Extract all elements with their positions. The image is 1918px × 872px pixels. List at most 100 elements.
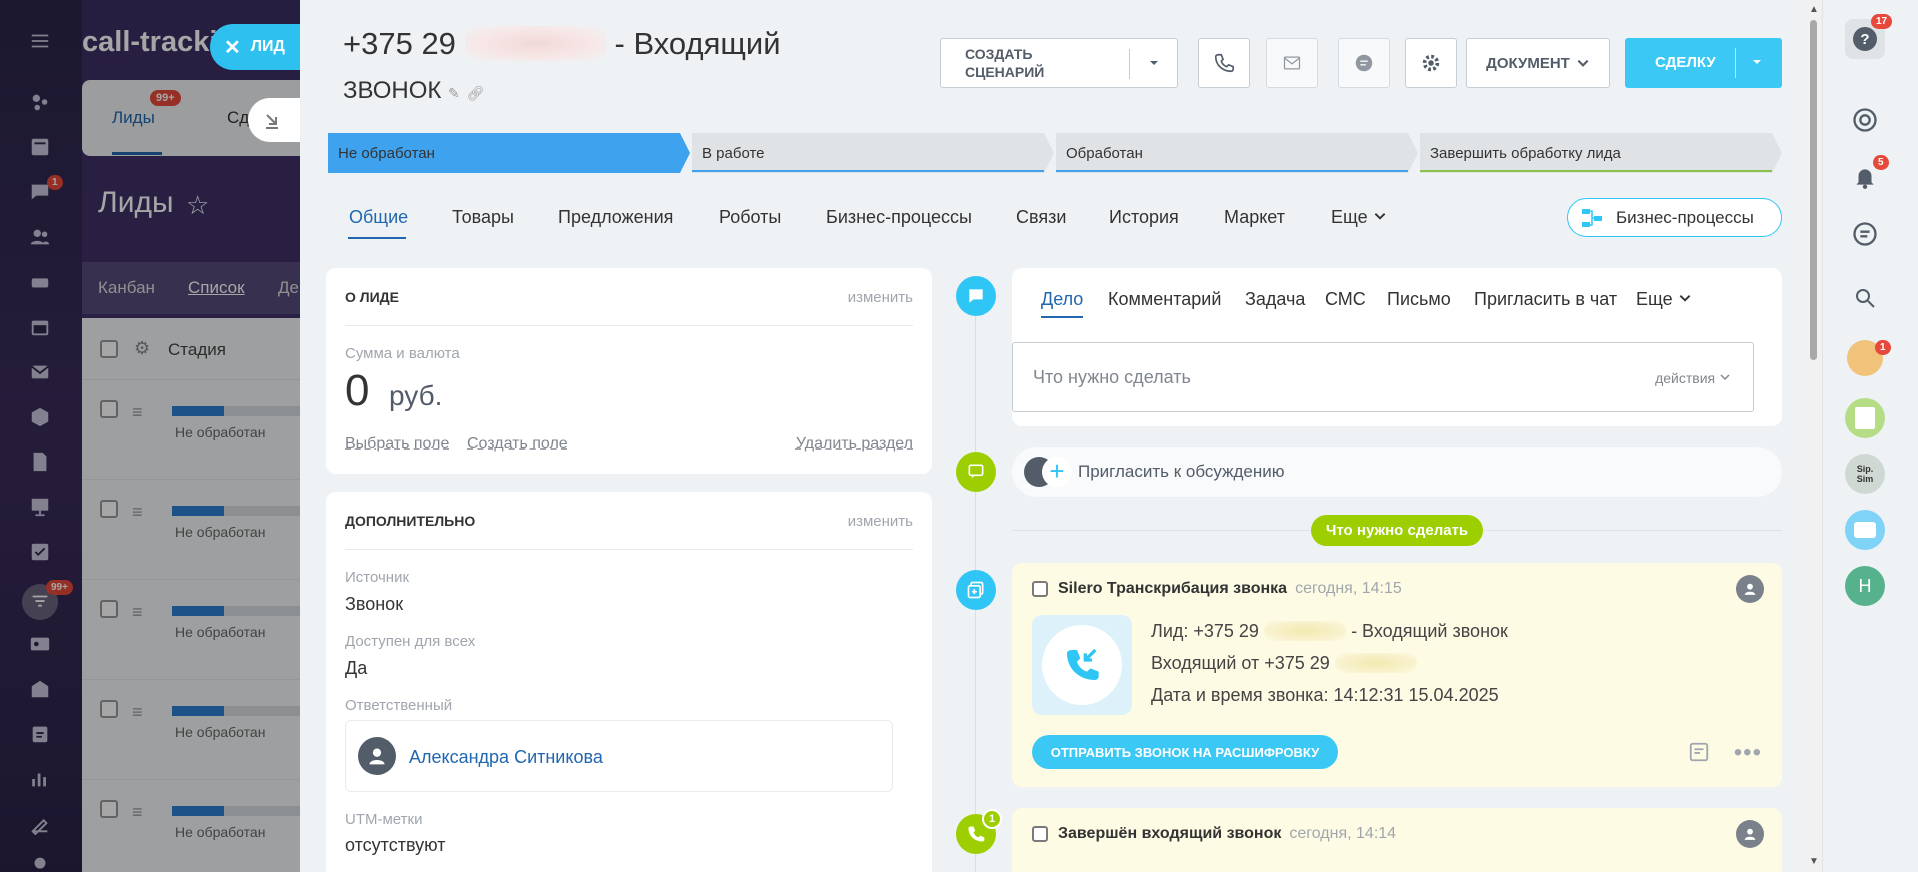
create-scenario-button[interactable]: СОЗДАТЬ СЦЕНАРИЙ xyxy=(940,38,1178,88)
document-chat-icon[interactable] xyxy=(1845,398,1885,438)
planner-icon[interactable] xyxy=(25,719,55,749)
bg-tab-leads[interactable]: Лиды xyxy=(112,108,155,128)
stage-finish-lead[interactable]: Завершить обработку лида xyxy=(1420,133,1782,173)
create-field-link[interactable]: Создать поле xyxy=(467,435,568,453)
tab-market[interactable]: Маркет xyxy=(1224,207,1285,228)
contacts-icon[interactable] xyxy=(25,222,55,252)
row-checkbox[interactable] xyxy=(100,700,118,718)
docs-icon[interactable] xyxy=(25,447,55,477)
email-button[interactable] xyxy=(1266,38,1318,88)
chevron-down-icon[interactable] xyxy=(1148,57,1160,69)
activity-tab-task[interactable]: Задача xyxy=(1245,289,1305,310)
edit-pencil-icon[interactable]: ✎ xyxy=(448,85,460,101)
open-chat-button[interactable] xyxy=(1338,38,1390,88)
bg-view-kanban[interactable]: Канбан xyxy=(98,278,155,298)
additional-edit-link[interactable]: изменить xyxy=(848,513,913,530)
activity-tab-invite-chat[interactable]: Пригласить в чат xyxy=(1474,289,1617,310)
robot-icon[interactable] xyxy=(25,850,55,872)
tab-products[interactable]: Товары xyxy=(452,207,514,228)
table-row[interactable]: ≡ Не обработан xyxy=(82,480,300,580)
sum-value[interactable]: 0 xyxy=(345,366,369,416)
close-slider-button[interactable]: ✕ ЛИД xyxy=(210,24,302,70)
mail-icon[interactable] xyxy=(25,357,55,387)
bg-tab-deals[interactable]: Сд xyxy=(227,108,249,128)
scroll-up-icon[interactable]: ▲ xyxy=(1809,4,1819,15)
settings-button[interactable] xyxy=(1405,38,1457,88)
tab-links[interactable]: Связи xyxy=(1016,207,1066,228)
tab-history[interactable]: История xyxy=(1109,207,1179,228)
drag-handle-icon[interactable]: ≡ xyxy=(132,402,143,423)
tab-general[interactable]: Общие xyxy=(349,207,408,228)
tab-offers[interactable]: Предложения xyxy=(558,207,673,228)
drive-icon[interactable] xyxy=(25,267,55,297)
public-value[interactable]: Да xyxy=(345,658,367,679)
table-row[interactable]: ≡ Не обработан xyxy=(82,780,300,872)
activity-tab-more[interactable]: Еще xyxy=(1636,289,1692,310)
copilot-icon[interactable] xyxy=(1843,98,1887,142)
send-to-transcription-button[interactable]: ОТПРАВИТЬ ЗВОНОК НА РАСШИФРОВКУ xyxy=(1032,735,1338,769)
gear-icon[interactable]: ⚙ xyxy=(134,338,150,359)
user-initial-avatar[interactable]: Н xyxy=(1845,566,1885,606)
sip-sim-avatar[interactable]: Sip. Sim xyxy=(1845,454,1885,494)
activity-actions-dropdown[interactable]: действия xyxy=(1655,370,1731,386)
business-processes-button[interactable]: Бизнес-процессы xyxy=(1567,198,1782,237)
responsible-field[interactable]: Александра Ситникова xyxy=(345,720,893,792)
about-lead-edit-link[interactable]: изменить xyxy=(848,289,913,306)
invite-discussion-button[interactable]: + Пригласить к обсуждению xyxy=(1012,447,1782,497)
tab-business-processes[interactable]: Бизнес-процессы xyxy=(826,207,972,228)
tab-more[interactable]: Еще xyxy=(1331,207,1387,228)
create-deal-button[interactable]: СДЕЛКУ xyxy=(1625,38,1782,88)
row-checkbox[interactable] xyxy=(100,800,118,818)
activity-tab-comment[interactable]: Комментарий xyxy=(1108,289,1221,310)
source-value[interactable]: Звонок xyxy=(345,594,403,615)
panel-scrollbar[interactable]: ▲ ▼ xyxy=(1804,0,1822,872)
stage-not-processed[interactable]: Не обработан xyxy=(328,133,690,173)
user-avatar-icon[interactable] xyxy=(1736,820,1764,848)
row-checkbox[interactable] xyxy=(100,400,118,418)
tab-robots[interactable]: Роботы xyxy=(719,207,781,228)
task-complete-checkbox[interactable] xyxy=(1032,826,1048,842)
responsible-name-link[interactable]: Александра Ситникова xyxy=(409,747,603,768)
analytics-icon[interactable] xyxy=(25,764,55,794)
scroll-thumb[interactable] xyxy=(1810,20,1817,360)
minimize-slider-button[interactable] xyxy=(248,98,302,142)
sign-icon[interactable] xyxy=(25,809,55,839)
activity-tab-email[interactable]: Письмо xyxy=(1387,289,1451,310)
activity-tab-deal[interactable]: Дело xyxy=(1041,289,1083,310)
sites-icon[interactable] xyxy=(25,87,55,117)
menu-icon[interactable] xyxy=(25,26,55,56)
star-icon[interactable]: ☆ xyxy=(186,190,209,221)
feed-icon[interactable] xyxy=(25,132,55,162)
tasks-icon[interactable] xyxy=(25,537,55,567)
notes-chat-icon[interactable] xyxy=(1845,510,1885,550)
activity-tab-sms[interactable]: СМС xyxy=(1325,289,1366,310)
task-complete-checkbox[interactable] xyxy=(1032,581,1048,597)
choose-field-link[interactable]: Выбрать поле xyxy=(345,435,449,453)
bg-select-all-checkbox[interactable] xyxy=(100,340,118,358)
note-icon[interactable] xyxy=(1688,741,1710,768)
row-checkbox[interactable] xyxy=(100,500,118,518)
shield-icon[interactable] xyxy=(25,402,55,432)
drag-handle-icon[interactable]: ≡ xyxy=(132,502,143,523)
table-row[interactable]: ≡ Не обработан xyxy=(82,380,300,480)
delete-section-link[interactable]: Удалить раздел xyxy=(796,435,913,453)
bg-view-more[interactable]: Де xyxy=(278,278,299,298)
stage-in-progress[interactable]: В работе xyxy=(692,133,1054,173)
bank-icon[interactable] xyxy=(25,674,55,704)
table-row[interactable]: ≡ Не обработан xyxy=(82,680,300,780)
drag-handle-icon[interactable]: ≡ xyxy=(132,802,143,823)
document-button[interactable]: ДОКУМЕНТ xyxy=(1466,38,1610,88)
user-avatar-icon[interactable] xyxy=(1736,575,1764,603)
table-row[interactable]: ≡ Не обработан xyxy=(82,580,300,680)
drag-handle-icon[interactable]: ≡ xyxy=(132,702,143,723)
scroll-down-icon[interactable]: ▼ xyxy=(1809,856,1819,867)
call-button[interactable] xyxy=(1198,38,1250,88)
chevron-down-icon[interactable] xyxy=(1751,56,1763,68)
activity-input[interactable]: Что нужно сделать действия xyxy=(1012,342,1754,412)
link-icon[interactable]: 🔗︎ xyxy=(466,85,484,101)
calendar-icon[interactable] xyxy=(25,312,55,342)
stage-processed[interactable]: Обработан xyxy=(1056,133,1418,173)
more-dots-icon[interactable]: ••• xyxy=(1734,739,1762,767)
row-checkbox[interactable] xyxy=(100,600,118,618)
id-card-icon[interactable] xyxy=(25,629,55,659)
